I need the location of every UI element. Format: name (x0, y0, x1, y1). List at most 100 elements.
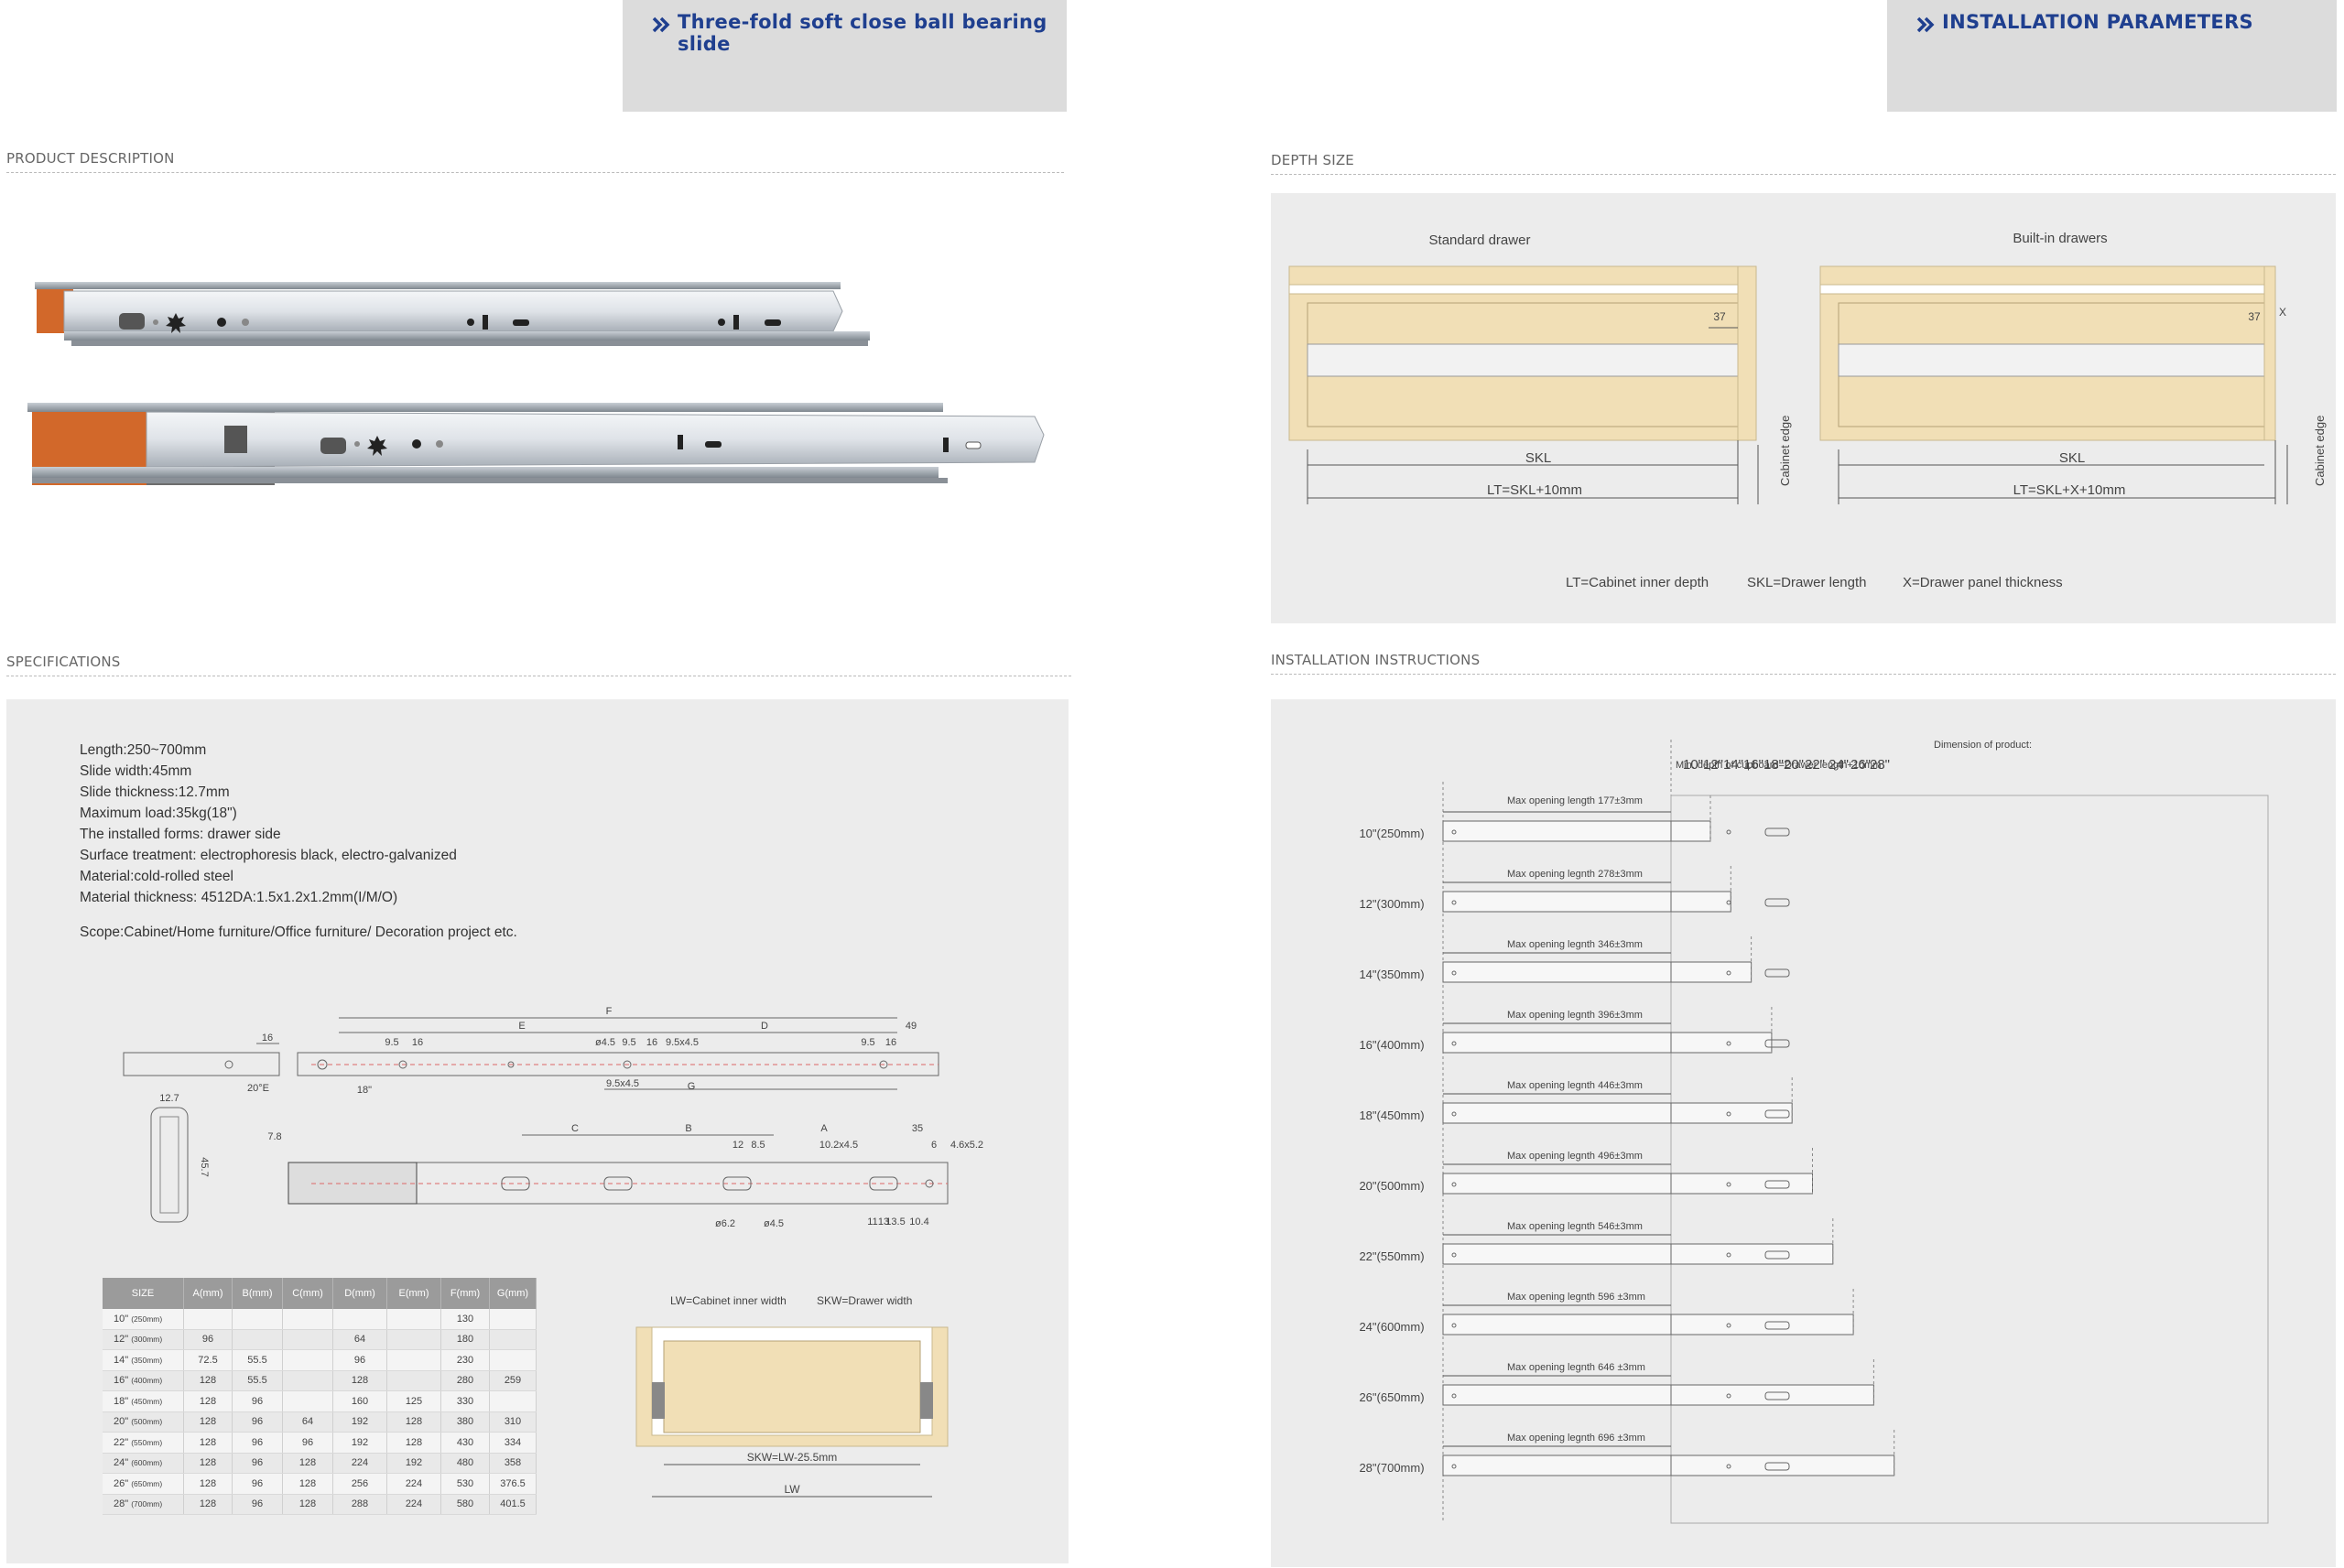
row-opening-label: Max opening legnth 446±3mm (1507, 1080, 1643, 1091)
table-cell: 380 (440, 1411, 490, 1433)
dim-4-5b: ø4.5 (764, 1218, 784, 1229)
chevron-right-icon (1916, 16, 1935, 33)
table-cell: 128 (386, 1432, 441, 1454)
dim-e: E (518, 1021, 525, 1032)
divider (1271, 174, 2336, 175)
row-size-label: 24"(600mm) (1359, 1320, 1424, 1334)
size-col-label: 26" (1850, 757, 1871, 773)
dim-d: D (761, 1021, 768, 1032)
table-cell-size: 12" (300mm) (103, 1329, 184, 1350)
table-cell (489, 1349, 537, 1371)
table-cell (386, 1309, 441, 1330)
table-row: 28" (700mm) 128 96 128 288 224 580 401.5 (103, 1494, 537, 1515)
dim-10-4: 10.4 (909, 1217, 928, 1227)
table-cell: 128 (282, 1494, 333, 1515)
table-cell: 96 (232, 1453, 283, 1474)
dim-9-5a: 9.5 (385, 1037, 398, 1048)
table-cell: 64 (332, 1329, 387, 1350)
table-cell: 192 (332, 1432, 387, 1454)
dim-7-8: 7.8 (267, 1131, 281, 1142)
dim-4-5: ø4.5 (595, 1037, 615, 1048)
slide-body (1670, 1314, 1854, 1336)
table-row: 14" (350mm) 72.5 55.5 96 230 (103, 1349, 537, 1371)
row-opening-label: Max opening legnth 596 ±3mm (1507, 1292, 1645, 1303)
size-mm: (500mm) (131, 1417, 163, 1427)
table-cell: 259 (489, 1370, 537, 1391)
slide-body (1670, 1102, 1793, 1124)
table-cell: 64 (282, 1411, 333, 1433)
table-cell (282, 1390, 333, 1412)
col-d: D(mm) (332, 1278, 387, 1309)
chevron-right-icon (652, 16, 670, 33)
col-e: E(mm) (386, 1278, 441, 1309)
spec-load: Maximum load:35kg(18") (80, 806, 237, 821)
spec-material: Material:cold-rolled steel (80, 869, 233, 884)
size-mm: (600mm) (131, 1458, 163, 1468)
table-cell: 160 (332, 1390, 387, 1412)
cabinet-edge-label: Cabinet edge (1778, 416, 1792, 486)
size-mm: (400mm) (131, 1376, 163, 1386)
table-cell (282, 1309, 333, 1330)
slide-slot (1764, 898, 1790, 907)
installation-title: INSTALLATION PARAMETERS (1942, 11, 2253, 33)
size-inch: 10" (114, 1313, 132, 1325)
table-cell-size: 10" (250mm) (103, 1309, 184, 1330)
dim-9-5b: 9.5 (622, 1037, 635, 1048)
divider (6, 172, 1064, 173)
row-size-label: 26"(650mm) (1359, 1390, 1424, 1404)
row-opening-label: Max opening legnth 546±3mm (1507, 1221, 1643, 1232)
col-size: SIZE (103, 1278, 184, 1309)
size-mm: (700mm) (131, 1499, 163, 1509)
size-inch: 14" (114, 1354, 132, 1366)
slide-outer (1442, 1243, 1672, 1265)
table-cell: 224 (386, 1473, 441, 1495)
lt-standard-label: LT=SKL+10mm (1487, 482, 1582, 498)
product-description-heading: PRODUCT DESCRIPTION (6, 150, 175, 167)
table-cell (489, 1329, 537, 1350)
table-cell (489, 1390, 537, 1412)
table-cell: 376.5 (489, 1473, 537, 1495)
table-cell (489, 1309, 537, 1330)
dim-12: 12 (732, 1140, 743, 1151)
row-opening-label: Max opening legnth 278±3mm (1507, 869, 1643, 880)
spec-material-thickness: Material thickness: 4512DA:1.5x1.2x1.2mm… (80, 890, 398, 905)
row-size-label: 18"(450mm) (1359, 1108, 1424, 1122)
table-cell: 330 (440, 1390, 490, 1412)
dim-16: 16 (262, 1033, 273, 1044)
product-title: Three-fold soft close ball bearing slide (678, 11, 1047, 55)
installation-diagram: Dimension of product: Min. depth of cupb… (1359, 740, 2269, 1524)
row-opening-label: Max opening legnth 346±3mm (1507, 939, 1643, 950)
cabinet-edge-label-builtin: Cabinet edge (2313, 416, 2327, 486)
table-row: 10" (250mm) 130 (103, 1309, 537, 1330)
dim-4-6x5-2: 4.6x5.2 (950, 1140, 983, 1151)
table-cell (386, 1329, 441, 1350)
dim-37: 37 (1713, 310, 1726, 323)
size-col-label: 28" (1870, 757, 1890, 773)
table-cell-size: 16" (400mm) (103, 1370, 184, 1391)
row-opening-label: Max opening legnth 396±3mm (1507, 1010, 1643, 1021)
slide-outer (1442, 891, 1672, 913)
dim-45-7: 45.7 (199, 1157, 210, 1176)
spec-scope: Scope:Cabinet/Home furniture/Office furn… (80, 925, 517, 940)
table-cell: 96 (282, 1432, 333, 1454)
row-size-label: 16"(400mm) (1359, 1038, 1424, 1052)
slide-outer (1442, 1454, 1672, 1476)
lt-builtin-label: LT=SKL+X+10mm (2013, 482, 2126, 498)
table-cell (386, 1370, 441, 1391)
table-cell: 96 (232, 1473, 283, 1495)
dim-20e: 20°E (247, 1083, 269, 1094)
table-cell: 288 (332, 1494, 387, 1515)
lw-dim: LW (784, 1483, 800, 1496)
table-cell: 96 (232, 1390, 283, 1412)
slide-body (1670, 1384, 1874, 1406)
table-cell: 128 (386, 1411, 441, 1433)
table-cell: 180 (440, 1329, 490, 1350)
table-cell: 96 (332, 1349, 387, 1371)
col-a: A(mm) (183, 1278, 233, 1309)
slide-closed (35, 282, 870, 346)
size-table: SIZE A(mm) B(mm) C(mm) D(mm) E(mm) F(mm)… (103, 1278, 537, 1515)
depth-size-diagram: Standard drawer 37 SKL LT=SKL+10mm Cabin… (1288, 231, 2327, 590)
specifications-heading: SPECIFICATIONS (6, 654, 121, 670)
standard-drawer-title: Standard drawer (1429, 232, 1531, 248)
dim-18-inch: 18" (357, 1085, 372, 1096)
